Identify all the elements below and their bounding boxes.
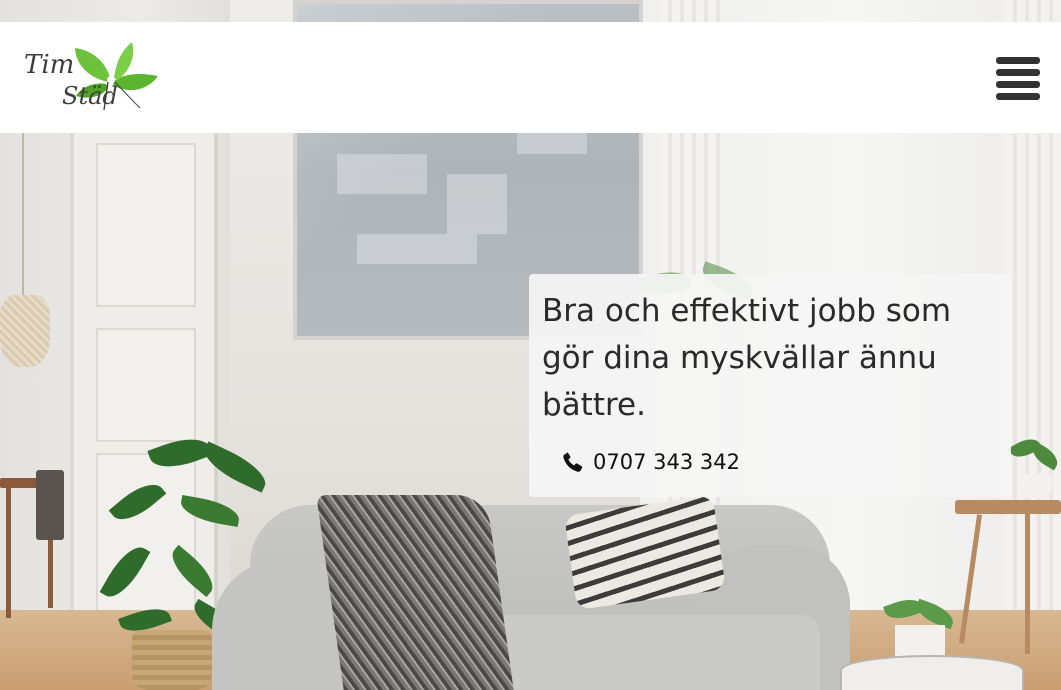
site-logo[interactable]: Tim Städ [20,38,165,118]
phone-link[interactable]: 0707 343 342 [561,450,740,474]
side-table [955,500,1061,514]
phone-icon [563,452,583,472]
blanket [316,495,514,690]
page: Tim Städ Bra och effektivt jobb som gör … [0,0,1061,690]
lamp-cord [22,133,24,295]
coffee-table [840,655,1024,690]
menu-bar [996,81,1040,88]
menu-bar [996,93,1040,100]
hero-card: Bra och effektivt jobb som gör dina mysk… [529,274,1011,497]
door-panel [96,328,196,442]
chair [36,470,64,540]
phone-number: 0707 343 342 [593,450,740,474]
pendant-lamp [0,295,50,367]
plant-pot [132,630,212,690]
hero-title: Bra och effektivt jobb som gör dina mysk… [542,293,952,423]
menu-bar [996,57,1040,64]
menu-bar [996,69,1040,76]
logo-text-line1: Tim [24,50,75,80]
hamburger-menu-icon[interactable] [995,56,1041,102]
door-panel [96,143,196,307]
site-header: Tim Städ [0,22,1061,133]
logo-text-line2: Städ [62,82,118,110]
